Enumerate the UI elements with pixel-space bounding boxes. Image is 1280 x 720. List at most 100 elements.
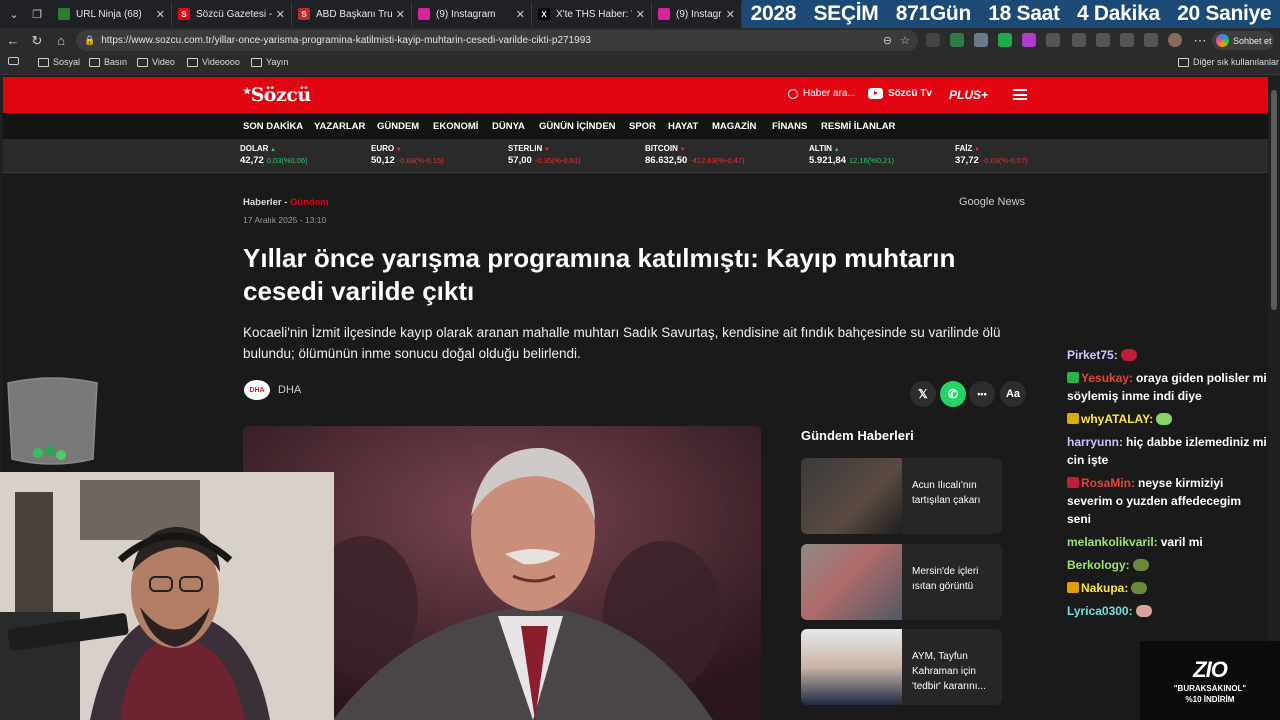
- page-scrollbar[interactable]: [1268, 76, 1280, 720]
- chat-username[interactable]: RosaMin:: [1081, 476, 1135, 490]
- chat-text: varil mi: [1160, 535, 1203, 549]
- site-search[interactable]: Haber ara...: [788, 88, 856, 99]
- arrow-down-icon: ▼: [677, 147, 686, 153]
- extension-icon[interactable]: [998, 33, 1012, 47]
- countdown-days: 871Gün: [895, 2, 972, 25]
- more-menu-icon[interactable]: ⋯: [1190, 31, 1210, 50]
- browser-tab[interactable]: URL Ninja (68) ✕: [52, 2, 172, 26]
- chat-username[interactable]: whyATALAY:: [1081, 412, 1153, 426]
- workspaces-icon[interactable]: ❐: [26, 3, 48, 25]
- nav-item-resmi-ilanlar[interactable]: RESMİ İLANLAR: [821, 121, 895, 132]
- favorites-icon[interactable]: [1096, 33, 1110, 47]
- other-bookmarks-folder[interactable]: Diğer sık kullanılanlar: [1178, 57, 1279, 67]
- favorite-star-icon[interactable]: ☆: [900, 34, 910, 47]
- search-icon: [788, 88, 798, 99]
- countdown-seconds: 20 Saniye: [1177, 2, 1272, 25]
- hamburger-menu-icon[interactable]: [1013, 89, 1027, 100]
- bookmark-folder-videoooo[interactable]: Videoooo: [187, 57, 240, 67]
- chat-username[interactable]: melankolikvaril:: [1067, 535, 1158, 549]
- scrollbar-thumb[interactable]: [1271, 90, 1277, 310]
- chat-message: Pirket75:: [1067, 346, 1267, 364]
- google-news-link[interactable]: Google News: [959, 196, 1025, 208]
- tab-close-icon[interactable]: ✕: [636, 8, 645, 21]
- chat-username[interactable]: Lyrica0300:: [1067, 604, 1133, 618]
- nav-item-ekonomi[interactable]: EKONOMİ: [433, 121, 478, 132]
- nav-item-gunun-icinden[interactable]: GÜNÜN İÇİNDEN: [539, 121, 616, 132]
- chat-username[interactable]: Nakupa:: [1081, 581, 1128, 595]
- ticker-change: -0,03(%-0,07): [981, 156, 1028, 165]
- share-more-icon[interactable]: •••: [969, 381, 995, 407]
- reload-icon[interactable]: ↻: [27, 31, 47, 50]
- extension-icon[interactable]: [974, 33, 988, 47]
- chat-badge-icon: [1067, 413, 1079, 424]
- screen: ⌄ ❐ URL Ninja (68) ✕ S Sözcü Gazetesi - Hab…: [0, 0, 1280, 720]
- sidebar-news-card[interactable]: Acun Ilıcalı'nın tartışılan çakarı: [801, 458, 1002, 534]
- share-x-icon[interactable]: 𝕏: [910, 381, 936, 407]
- bookmark-folder-basin[interactable]: Basın: [89, 57, 127, 67]
- sozcu-tv-link[interactable]: Sözcü Tv: [868, 88, 932, 99]
- chat-username[interactable]: Pirket75:: [1067, 348, 1118, 362]
- browser-tab[interactable]: X X'te THS Haber: "Suriye ✕: [532, 2, 652, 26]
- extension-icon[interactable]: [926, 33, 940, 47]
- share-whatsapp-icon[interactable]: ✆: [940, 381, 966, 407]
- chat-username[interactable]: Berkology:: [1067, 558, 1130, 572]
- browser-tab[interactable]: S Sözcü Gazetesi - Haber ✕: [172, 2, 292, 26]
- bookmark-label: Videoooo: [202, 57, 240, 67]
- browser-essentials-icon[interactable]: [1120, 33, 1134, 47]
- ticker-item[interactable]: ALTIN ▲ 5.921,84 12,16(%0,21): [809, 144, 894, 166]
- bookmark-folder-video[interactable]: Video: [137, 57, 175, 67]
- nav-item-hayat[interactable]: HAYAT: [668, 121, 698, 132]
- ticker-item[interactable]: FAİZ ▼ 37,72 -0,03(%-0,07): [955, 144, 1028, 166]
- collections-icon[interactable]: [1144, 33, 1158, 47]
- ticker-name: EURO: [371, 144, 395, 153]
- tab-close-icon[interactable]: ✕: [396, 8, 405, 21]
- extensions-puzzle-icon[interactable]: [1046, 33, 1060, 47]
- ticker-item[interactable]: EURO ▼ 50,12 -0,08(%-0,15): [371, 144, 444, 166]
- stream-chat: Pirket75: Yesukay: oraya giden polisler mi…: [1067, 346, 1267, 625]
- promo-code: "BURAKSAKINOL": [1173, 683, 1247, 693]
- tab-close-icon[interactable]: ✕: [726, 8, 735, 21]
- ticker-item[interactable]: DOLAR ▲ 42,72 0,03(%0,06): [240, 144, 308, 166]
- nav-item-son-dakika[interactable]: SON DAKİKA: [243, 121, 303, 132]
- extension-icon[interactable]: [1022, 33, 1036, 47]
- browser-tab[interactable]: (9) Instagram ✕: [412, 2, 532, 26]
- arrow-down-icon: ▼: [972, 147, 980, 153]
- plus-link[interactable]: PLUS+: [949, 88, 988, 102]
- breadcrumb-category[interactable]: Gündem: [290, 197, 329, 208]
- nav-item-gundem[interactable]: GÜNDEM: [377, 121, 419, 132]
- copilot-icon: [1216, 34, 1229, 47]
- bookmarks-app-icon[interactable]: [8, 57, 19, 65]
- ticker-item[interactable]: BITCOIN ▼ 86.632,50 -412,63(%-0,47): [645, 144, 744, 166]
- bookmark-folder-sosyal[interactable]: Sosyal: [38, 57, 80, 67]
- sidebar-news-card[interactable]: Mersin'de içleri ısıtan görüntü: [801, 544, 1002, 620]
- extension-icon[interactable]: [950, 33, 964, 47]
- site-logo[interactable]: ★Sözcü: [243, 84, 311, 106]
- tab-close-icon[interactable]: ✕: [276, 8, 285, 21]
- bookmark-folder-yayin[interactable]: Yayın: [251, 57, 288, 67]
- reader-mode-icon[interactable]: ⊖: [883, 34, 892, 47]
- address-bar[interactable]: 🔒 https://www.sozcu.com.tr/yillar-once-y…: [76, 30, 918, 51]
- chat-username[interactable]: harryunn:: [1067, 435, 1123, 449]
- ticker-item[interactable]: STERLIN ▼ 57,00 -0,35(%-0,61): [508, 144, 581, 166]
- tab-actions-menu-icon[interactable]: ⌄: [3, 3, 25, 25]
- nav-item-spor[interactable]: SPOR: [629, 121, 656, 132]
- browser-tab[interactable]: (9) Instagram ✕: [652, 2, 742, 26]
- nav-item-finans[interactable]: FİNANS: [772, 121, 807, 132]
- tab-close-icon[interactable]: ✕: [516, 8, 525, 21]
- back-icon[interactable]: ←: [3, 31, 23, 50]
- font-size-icon[interactable]: Aa: [1000, 381, 1026, 407]
- copilot-chat-button[interactable]: Sohbet et: [1212, 31, 1274, 50]
- split-screen-icon[interactable]: [1072, 33, 1086, 47]
- chat-message: Berkology:: [1067, 556, 1267, 574]
- tab-close-icon[interactable]: ✕: [156, 8, 165, 21]
- breadcrumb-home[interactable]: Haberler: [243, 197, 282, 208]
- home-icon[interactable]: ⌂: [51, 31, 71, 50]
- tab-favicon-icon: [658, 8, 670, 20]
- profile-avatar[interactable]: [1168, 33, 1182, 47]
- nav-item-dunya[interactable]: DÜNYA: [492, 121, 525, 132]
- chat-username[interactable]: Yesukay:: [1081, 371, 1133, 385]
- browser-tab[interactable]: S ABD Başkanı Trump'tan ✕: [292, 2, 412, 26]
- sidebar-news-card[interactable]: AYM, Tayfun Kahraman için 'tedbir' karar…: [801, 629, 1002, 705]
- nav-item-magazin[interactable]: MAGAZİN: [712, 121, 756, 132]
- nav-item-yazarlar[interactable]: YAZARLAR: [314, 121, 365, 132]
